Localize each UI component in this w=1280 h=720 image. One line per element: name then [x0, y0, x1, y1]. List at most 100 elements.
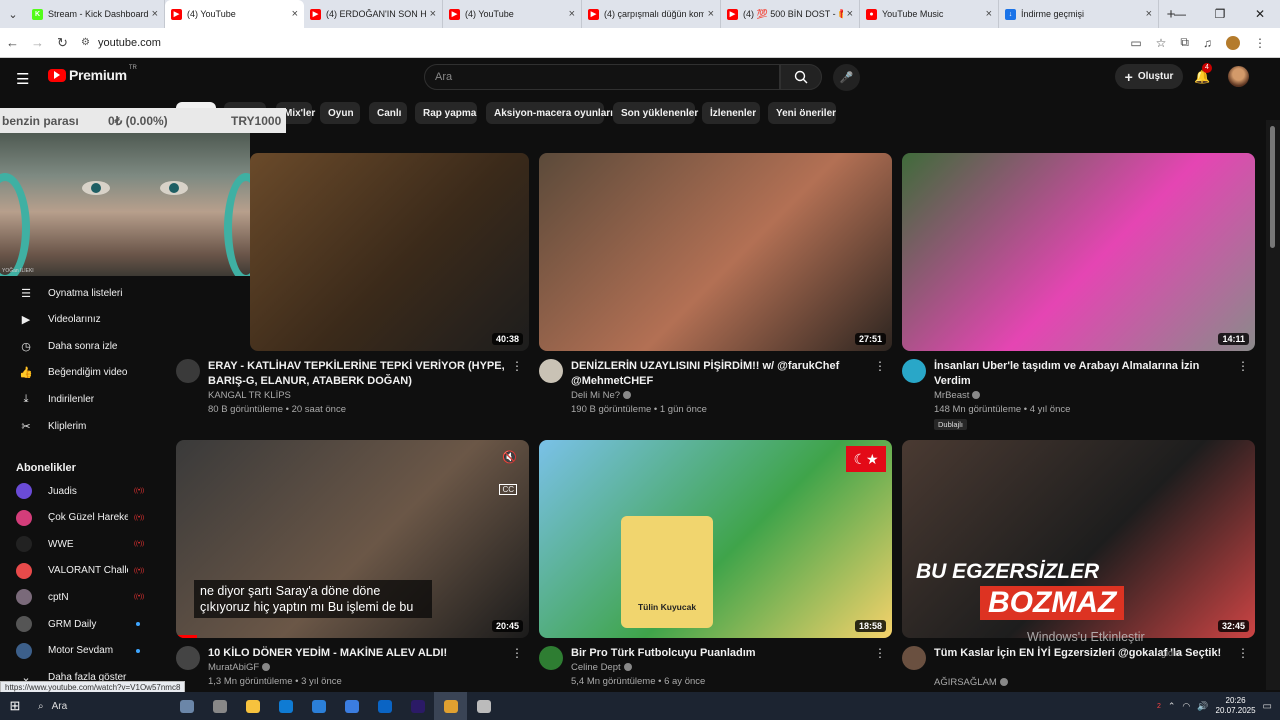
channel-name[interactable]: KANGAL TR KLİPS	[208, 390, 291, 401]
subscription-item[interactable]: WWE ((•))	[0, 531, 160, 557]
browser-tab[interactable]: ▶ (4) YouTube ×	[165, 0, 304, 28]
tab-search-icon[interactable]: ⌄	[0, 0, 26, 28]
more-options-icon[interactable]: ⋮	[874, 359, 886, 373]
tab-close-icon[interactable]: ×	[430, 8, 436, 20]
subscription-item[interactable]: Çok Güzel Hareket... ((•))	[0, 505, 160, 531]
taskbar-app-icon[interactable]	[368, 692, 401, 720]
taskbar-app-icon[interactable]	[236, 692, 269, 720]
video-card[interactable]: 14:11 İnsanları Uber'le taşıdım ve Arabay…	[902, 153, 1255, 430]
channel-name[interactable]: Deli Mi Ne?	[571, 390, 620, 401]
video-title[interactable]: 10 KİLO DÖNER YEDİM - MAKİNE ALEV ALDI!	[208, 646, 508, 661]
tab-close-icon[interactable]: ×	[986, 8, 992, 20]
mute-icon[interactable]: 🔇	[502, 450, 517, 464]
taskbar-search[interactable]: ⌕ Ara	[30, 692, 170, 720]
filter-chip[interactable]: Yeni öneriler	[768, 102, 836, 124]
sidebar-item[interactable]: ☰ Oynatma listeleri	[0, 280, 160, 306]
browser-tab[interactable]: K Stream - Kick Dashboard ×	[26, 0, 165, 28]
filter-chip[interactable]: İzlenenler	[702, 102, 760, 124]
sidebar-item[interactable]: 👍 Beğendiğim videolar	[0, 360, 160, 386]
tab-close-icon[interactable]: ×	[569, 8, 575, 20]
volume-icon[interactable]: 🔊	[1197, 701, 1208, 712]
video-card[interactable]: 27:51 DENİZLERİN UZAYLISINI PİŞİRDİM!! w/…	[539, 153, 892, 419]
page-scrollbar[interactable]	[1266, 120, 1280, 690]
reload-icon[interactable]: ↻	[50, 35, 75, 51]
subscription-item[interactable]: GRM Daily	[0, 611, 160, 637]
subscription-item[interactable]: VALORANT Challe... ((•))	[0, 558, 160, 584]
search-input[interactable]: Ara	[424, 64, 780, 90]
site-info-icon[interactable]: ⚙	[81, 37, 90, 48]
tray-chevron-icon[interactable]: ⌃	[1168, 701, 1176, 712]
tray-notification-dot[interactable]: 2	[1157, 703, 1161, 710]
extensions-icon[interactable]: ⧉	[1180, 35, 1189, 50]
notification-center-icon[interactable]: ▭	[1263, 701, 1272, 712]
channel-name[interactable]: MuratAbiGF	[208, 662, 259, 673]
channel-avatar[interactable]	[902, 359, 926, 383]
browser-tab[interactable]: ▶ (4) YouTube ×	[443, 0, 582, 28]
filter-chip[interactable]: Oyun	[320, 102, 360, 124]
windows-start-icon[interactable]: ⊞	[0, 698, 30, 714]
channel-avatar[interactable]	[176, 646, 200, 670]
browser-tab[interactable]: ● YouTube Music ×	[860, 0, 999, 28]
video-title[interactable]: Bir Pro Türk Futbolcuyu Puanladım	[571, 646, 871, 661]
browser-tab[interactable]: ▶ (4) ERDOĞAN'IN SON HAL ×	[304, 0, 443, 28]
filter-chip[interactable]: Rap yapma	[415, 102, 477, 124]
browser-tab[interactable]: ▶ (4) 💯 500 BİN DOST - 🎁 ×	[721, 0, 860, 28]
url-field[interactable]: ⚙ youtube.com	[75, 32, 1130, 54]
account-avatar[interactable]	[1228, 66, 1249, 87]
sidebar-item[interactable]: ✂ Kliplerim	[0, 413, 160, 439]
channel-name-row[interactable]: AĞIRSAĞLAM	[934, 677, 1008, 688]
browser-tab[interactable]: ↓ İndirme geçmişi ×	[999, 0, 1159, 28]
video-title[interactable]: İnsanları Uber'le taşıdım ve Arabayı Alm…	[934, 359, 1234, 389]
video-card[interactable]: 40:38 ERAY - KATLİHAV TEPKİLERİNE TEPKİ V…	[176, 153, 529, 419]
channel-avatar[interactable]	[176, 359, 200, 383]
channel-name[interactable]: AĞIRSAĞLAM	[934, 677, 997, 688]
taskbar-app-icon[interactable]	[401, 692, 434, 720]
channel-name-row[interactable]: Celine Dept	[571, 662, 632, 673]
video-title[interactable]: Tüm Kaslar İçin EN İYİ Egzersizleri @gok…	[934, 646, 1234, 661]
more-options-icon[interactable]: ⋮	[511, 646, 523, 660]
profile-avatar[interactable]	[1226, 35, 1240, 50]
video-title[interactable]: ERAY - KATLİHAV TEPKİLERİNE TEPKİ VERİYO…	[208, 359, 508, 389]
channel-avatar[interactable]	[539, 359, 563, 383]
filter-chip[interactable]: Canlı	[369, 102, 407, 124]
more-options-icon[interactable]: ⋮	[1237, 359, 1249, 373]
sidebar-item[interactable]: ⤓ İndirilenler	[0, 386, 160, 412]
minimize-icon[interactable]: —	[1160, 0, 1200, 28]
media-icon[interactable]: ♫	[1203, 36, 1212, 50]
notifications-button[interactable]: 🔔 4	[1194, 63, 1212, 85]
subscription-item[interactable]: cptN ((•))	[0, 584, 160, 610]
subscription-item[interactable]: Motor Sevdam	[0, 638, 160, 664]
more-options-icon[interactable]: ⋮	[511, 359, 523, 373]
video-thumbnail[interactable]: 27:51	[539, 153, 892, 351]
tab-close-icon[interactable]: ×	[847, 8, 853, 20]
voice-search-button[interactable]: 🎤	[833, 64, 860, 91]
wifi-icon[interactable]: ◠	[1182, 701, 1190, 712]
tab-close-icon[interactable]: ×	[152, 8, 158, 20]
video-card[interactable]: BU EGZERSİZLER BOZMAZ 32:45 Tüm Kaslar İçin…	[902, 440, 1255, 706]
subscription-item[interactable]: Juadis ((•))	[0, 478, 160, 504]
forward-icon[interactable]: →	[25, 35, 50, 50]
video-card[interactable]: ne diyor şartı Saray'a döne döne çıkıyor…	[176, 440, 529, 706]
filter-chip[interactable]: Aksiyon-macera oyunları	[486, 102, 613, 124]
channel-avatar[interactable]	[902, 646, 926, 670]
maximize-icon[interactable]: ❐	[1200, 0, 1240, 28]
video-thumbnail[interactable]: 14:11	[902, 153, 1255, 351]
captions-icon[interactable]: CC	[499, 484, 517, 495]
clock[interactable]: 20:26 20.07.2025	[1216, 696, 1256, 716]
taskbar-app-icon[interactable]	[467, 692, 500, 720]
sidebar-item[interactable]: ▶ Videolarınız	[0, 307, 160, 333]
sidebar-item[interactable]: ◷ Daha sonra izle	[0, 333, 160, 359]
channel-name[interactable]: MrBeast	[934, 390, 969, 401]
create-button[interactable]: + Oluştur	[1115, 64, 1183, 89]
video-thumbnail[interactable]: Tülin Kuyucak ☾★ 18:58	[539, 440, 892, 638]
browser-tab[interactable]: ▶ (4) çarpışmalı düğün kome ×	[582, 0, 721, 28]
video-title[interactable]: DENİZLERİN UZAYLISINI PİŞİRDİM!! w/ @far…	[571, 359, 871, 389]
channel-name-row[interactable]: MuratAbiGF	[208, 662, 271, 673]
close-window-icon[interactable]: ✕	[1240, 0, 1280, 28]
taskbar-app-icon[interactable]	[203, 692, 236, 720]
browser-menu-icon[interactable]: ⋮	[1254, 36, 1266, 50]
bookmark-star-icon[interactable]: ☆	[1156, 36, 1167, 50]
tab-close-icon[interactable]: ×	[292, 8, 298, 20]
video-thumbnail[interactable]: ne diyor şartı Saray'a döne döne çıkıyor…	[176, 440, 529, 638]
search-button[interactable]	[780, 64, 822, 90]
